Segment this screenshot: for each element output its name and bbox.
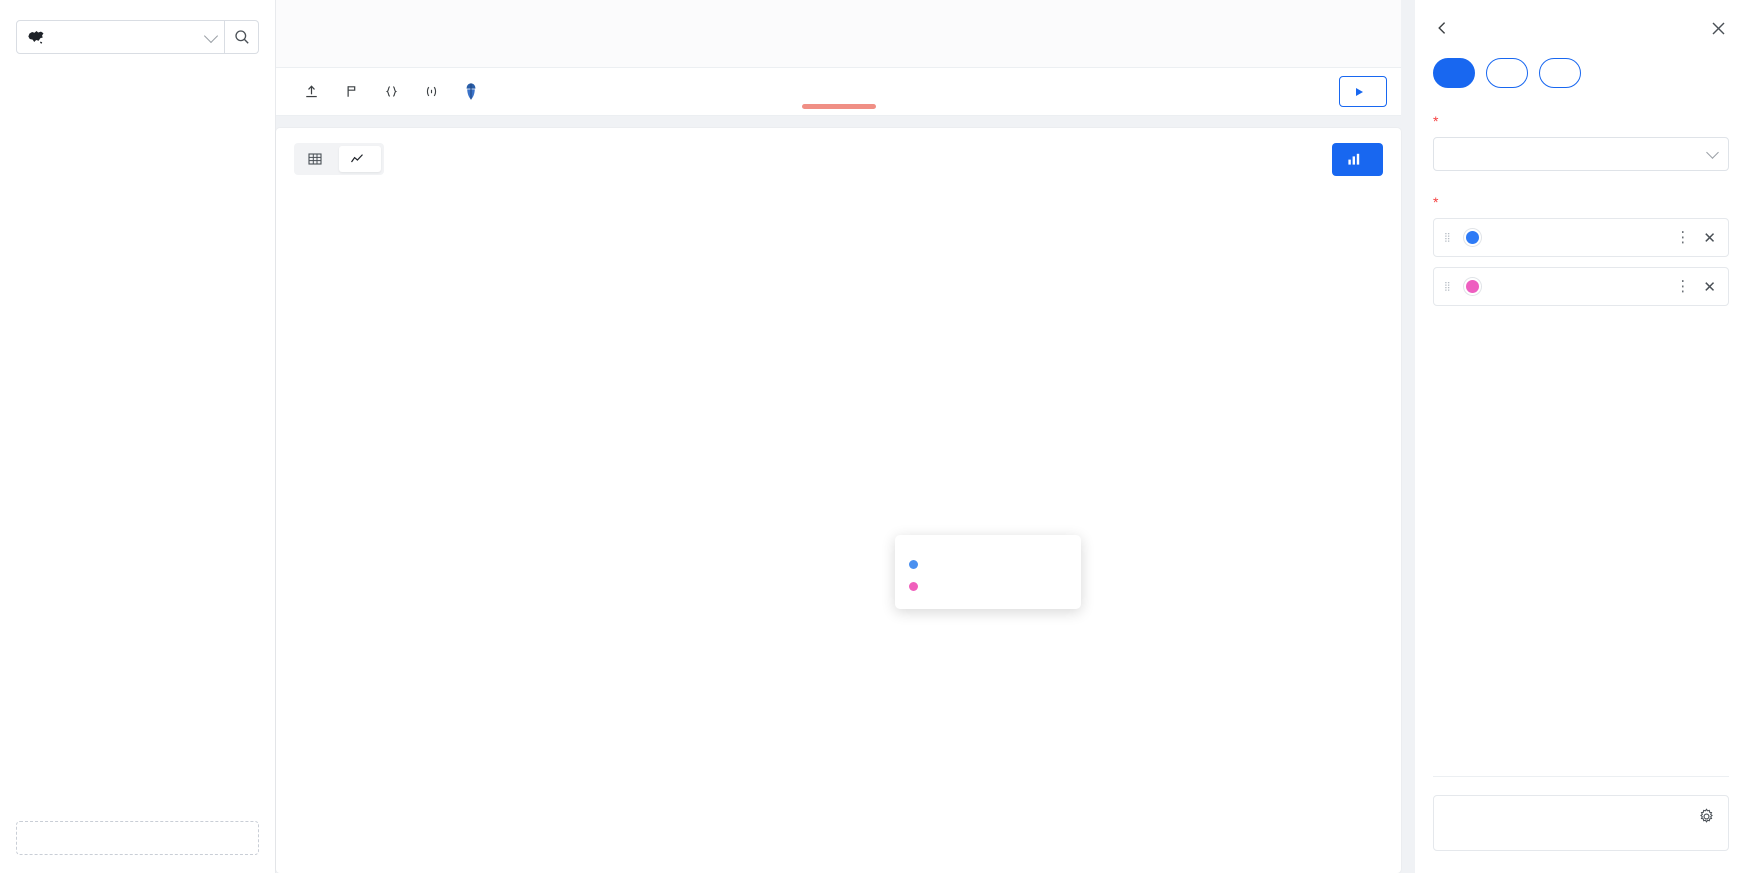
required-marker: * — [1433, 194, 1439, 210]
required-marker: * — [1433, 113, 1439, 129]
panel-header — [1415, 0, 1747, 56]
umbrella-icon[interactable] — [460, 81, 482, 103]
tab-display[interactable] — [1539, 58, 1581, 88]
tooltip-series-dot — [909, 559, 918, 569]
line-chart-icon — [351, 154, 363, 163]
play-icon — [1356, 87, 1363, 96]
tooltip-row — [909, 575, 1066, 597]
braces-icon[interactable] — [380, 81, 402, 103]
event-config-card[interactable] — [1433, 795, 1729, 851]
series-more-icon[interactable]: ⋮ — [1667, 230, 1698, 245]
series-remove-icon[interactable]: ✕ — [1698, 278, 1716, 296]
chart-config-button[interactable] — [1332, 142, 1383, 176]
chevron-down-icon — [1706, 146, 1719, 159]
tab-data[interactable] — [1433, 58, 1475, 88]
panel-resize-handle[interactable] — [801, 104, 876, 109]
series-remove-icon[interactable]: ✕ — [1698, 229, 1716, 247]
drag-handle-icon[interactable]: ⣿ — [1444, 282, 1454, 291]
series-label-row: * — [1433, 195, 1729, 209]
upload-icon[interactable] — [300, 81, 322, 103]
dataset-tree — [0, 62, 275, 811]
chevron-down-icon — [203, 28, 219, 43]
china-map-icon — [28, 30, 44, 44]
panel-footer — [1415, 776, 1747, 873]
execute-button[interactable] — [1339, 76, 1387, 107]
drag-handle-icon[interactable]: ⣿ — [1444, 233, 1454, 242]
table-icon — [308, 153, 322, 165]
sidebar-footer — [0, 811, 275, 873]
series-item[interactable]: ⣿ ⋮ ✕ — [1433, 218, 1729, 257]
tooltip-series-dot — [909, 581, 918, 591]
tab-query-result[interactable] — [297, 146, 339, 172]
bar-chart-icon — [1348, 153, 1360, 165]
magic-icon[interactable] — [420, 81, 442, 103]
panel-close-button[interactable] — [1707, 17, 1729, 39]
tab-axis[interactable] — [1486, 58, 1528, 88]
close-icon — [1712, 22, 1724, 34]
toolbar-icons — [300, 81, 482, 103]
search-button[interactable] — [225, 20, 259, 54]
upload-data-button[interactable] — [16, 821, 259, 855]
result-header — [276, 128, 1401, 190]
result-card — [276, 128, 1401, 873]
chart-container — [276, 190, 1401, 873]
chart-tooltip — [895, 535, 1081, 609]
search-icon — [234, 30, 249, 44]
panel-tabs — [1415, 58, 1747, 88]
series-color-swatch[interactable] — [1464, 229, 1481, 246]
result-tabs — [294, 143, 384, 175]
chart-config-panel: * * ⣿ ⋮ ✕ ⣿ ⋮ ✕ — [1415, 0, 1747, 873]
chevron-left-icon — [1437, 22, 1445, 34]
series-item[interactable]: ⣿ ⋮ ✕ — [1433, 267, 1729, 306]
line-chart[interactable] — [286, 190, 1379, 859]
series-field: * ⣿ ⋮ ✕ ⣿ ⋮ ✕ — [1433, 195, 1729, 306]
code-editor[interactable] — [276, 0, 1401, 67]
series-more-icon[interactable]: ⋮ — [1667, 279, 1698, 294]
footer-divider — [1433, 776, 1729, 777]
dataset-select[interactable] — [16, 20, 225, 54]
series-color-swatch[interactable] — [1464, 278, 1481, 295]
tooltip-row — [909, 553, 1066, 575]
back-button[interactable] — [1431, 17, 1453, 39]
sql-editor-card — [276, 0, 1401, 116]
tab-visualization[interactable] — [339, 146, 381, 172]
app-root: * * ⣿ ⋮ ✕ ⣿ ⋮ ✕ — [0, 0, 1747, 873]
main-content — [276, 0, 1415, 873]
sidebar — [0, 0, 276, 873]
panel-body: * * ⣿ ⋮ ✕ ⣿ ⋮ ✕ — [1415, 88, 1747, 776]
gear-icon[interactable] — [1698, 808, 1715, 828]
dimension-field: * — [1433, 114, 1729, 171]
toolbar-right — [1325, 76, 1387, 107]
event-config-row — [1447, 808, 1715, 828]
format-icon[interactable] — [340, 81, 362, 103]
dimension-label-row: * — [1433, 114, 1729, 128]
sidebar-search-row — [0, 0, 275, 62]
dimension-select[interactable] — [1433, 137, 1729, 171]
